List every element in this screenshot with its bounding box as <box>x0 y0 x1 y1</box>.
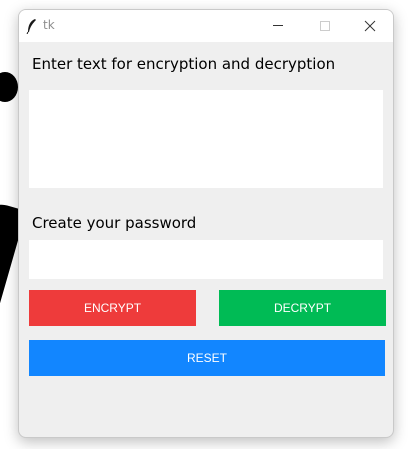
decrypt-button[interactable]: DECRYPT <box>219 290 386 326</box>
title-bar[interactable]: tk <box>19 10 393 42</box>
window-title: tk <box>43 18 55 32</box>
feather-icon <box>26 19 36 34</box>
text-input-area[interactable] <box>29 90 383 188</box>
password-label: Create your password <box>32 214 197 232</box>
app-window: tk Enter text for encryption and decrypt… <box>18 9 394 438</box>
encrypt-button[interactable]: ENCRYPT <box>29 290 196 326</box>
reset-button[interactable]: RESET <box>29 340 385 376</box>
maximize-button[interactable] <box>301 10 347 42</box>
minimize-button[interactable] <box>255 10 301 42</box>
password-input[interactable] <box>29 240 383 279</box>
minimize-icon <box>273 25 283 26</box>
close-icon <box>364 20 376 32</box>
close-button[interactable] <box>347 10 393 42</box>
maximize-icon <box>320 21 330 31</box>
text-label: Enter text for encryption and decryption <box>32 55 336 73</box>
background-shape <box>0 72 18 102</box>
